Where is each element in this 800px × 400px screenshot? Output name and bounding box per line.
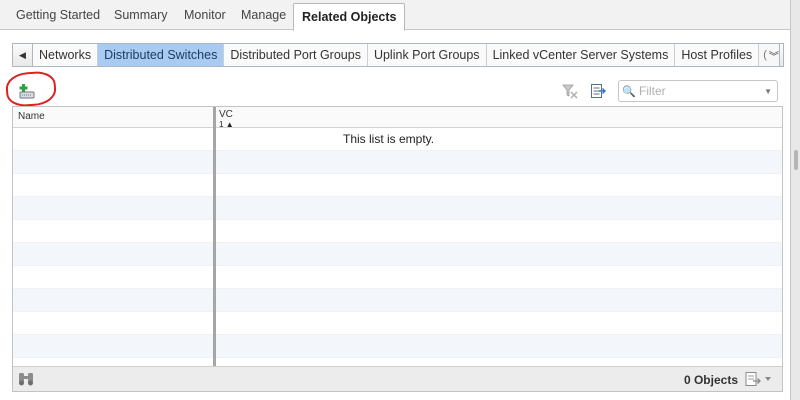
table-row <box>13 312 782 335</box>
table-row <box>13 335 782 358</box>
grid-body <box>13 128 782 358</box>
filter-clear-icon <box>562 84 578 99</box>
add-distributed-switch-icon <box>19 84 35 99</box>
subtab-linked-vcenter-server-systems[interactable]: Linked vCenter Server Systems <box>486 44 676 66</box>
column-resize-handle[interactable] <box>213 107 216 367</box>
export-icon <box>591 84 606 98</box>
table-row <box>13 243 782 266</box>
window-edge-scrollbar[interactable] <box>790 0 800 400</box>
export-list-button[interactable] <box>744 371 776 387</box>
triangle-left-icon: ◀ <box>19 49 26 60</box>
chevron-down-icon[interactable]: ▼ <box>764 87 772 96</box>
grid-header: Name VC 1 ▲ <box>13 107 782 130</box>
subtab-distributed-switches[interactable]: Distributed Switches <box>98 44 225 66</box>
scroll-left-button[interactable]: ◀ <box>13 44 33 66</box>
clear-filter-button[interactable] <box>562 83 578 99</box>
column-header-vc[interactable]: VC 1 ▲ <box>215 107 782 130</box>
table-row <box>13 197 782 220</box>
scroll-knob[interactable] <box>794 150 798 170</box>
tab-manage[interactable]: Manage <box>233 0 294 30</box>
tab-summary[interactable]: Summary <box>106 0 175 30</box>
tab-getting-started[interactable]: Getting Started <box>8 0 108 30</box>
column-header-name[interactable]: Name <box>13 107 213 128</box>
column-header-vc-label: VC <box>219 109 233 120</box>
scroll-right-button[interactable]: ▶ <box>778 44 783 66</box>
binoculars-icon <box>19 373 33 386</box>
filter-input[interactable] <box>639 84 759 98</box>
object-tab-bar: Getting Started Summary Monitor Manage R… <box>0 0 790 31</box>
subtab-distributed-port-groups[interactable]: Distributed Port Groups <box>224 44 368 66</box>
distributed-switches-grid: Name VC 1 ▲ This list is empty. 0 Object… <box>12 106 783 392</box>
export-columns-button[interactable] <box>590 83 606 99</box>
double-chevron-down-icon: ︾ <box>768 51 779 63</box>
subtab-host-profiles[interactable]: Host Profiles <box>675 44 760 66</box>
search-icon: 🔍 <box>622 85 636 98</box>
subtab-overflow-menu[interactable]: ( ︾ <box>759 44 779 66</box>
table-row <box>13 220 782 243</box>
subtab-networks[interactable]: Networks <box>33 44 99 66</box>
filter-field[interactable]: 🔍 ▼ <box>618 80 778 102</box>
truncated-subtab-label: ( <box>763 49 767 61</box>
table-row <box>13 266 782 289</box>
tab-related-objects[interactable]: Related Objects <box>293 3 406 31</box>
object-count: 0 Objects <box>683 373 738 387</box>
add-distributed-switch-button[interactable] <box>18 83 36 101</box>
table-row <box>13 151 782 174</box>
related-objects-subtab-bar: ◀ Networks Distributed Switches Distribu… <box>12 43 784 67</box>
find-button[interactable] <box>17 371 35 387</box>
table-row <box>13 174 782 197</box>
subtab-uplink-port-groups[interactable]: Uplink Port Groups <box>367 44 487 66</box>
table-row <box>13 289 782 312</box>
tab-monitor[interactable]: Monitor <box>176 0 234 30</box>
grid-footer: 0 Objects <box>13 366 782 391</box>
empty-list-message: This list is empty. <box>343 132 435 146</box>
export-list-icon <box>745 372 771 386</box>
